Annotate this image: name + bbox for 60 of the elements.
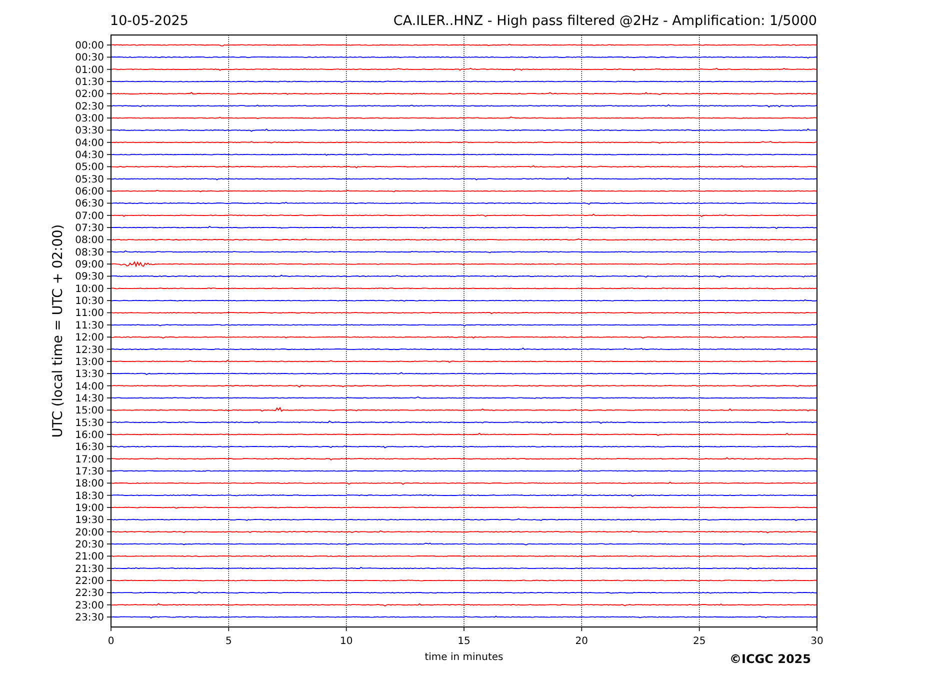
tick-label: 5 <box>225 636 232 647</box>
time-label: 23:00 <box>75 600 104 612</box>
time-label: 08:30 <box>75 247 104 258</box>
time-label: 20:00 <box>75 527 104 538</box>
time-label: 12:30 <box>75 344 104 356</box>
time-label: 22:30 <box>75 588 104 600</box>
time-label: 03:30 <box>75 126 104 137</box>
time-label: 02:00 <box>75 89 104 100</box>
time-label: 18:30 <box>75 490 104 502</box>
time-label: 08:00 <box>75 235 104 246</box>
tick-label: 30 <box>810 636 824 647</box>
time-label: 15:00 <box>75 406 104 417</box>
time-label: 02:30 <box>75 101 104 112</box>
time-label: 11:30 <box>75 320 104 332</box>
tick-label: 15 <box>458 636 470 647</box>
copyright-label: ©ICGC 2025 <box>729 652 811 666</box>
time-label: 05:00 <box>75 162 104 174</box>
time-label: 13:00 <box>75 356 104 368</box>
time-label: 19:00 <box>75 502 104 514</box>
time-label: 17:00 <box>75 454 104 466</box>
time-label: 00:30 <box>75 52 104 64</box>
x-axis-label: time in minutes <box>424 652 504 663</box>
time-label: 23:30 <box>75 612 104 624</box>
time-label: 11:00 <box>75 308 104 320</box>
tick-label: 10 <box>340 636 353 647</box>
time-label: 05:30 <box>75 174 104 186</box>
tick-label: 0 <box>108 636 114 647</box>
time-label: 20:30 <box>75 539 104 550</box>
date-label: 10-05-2025 <box>110 13 188 29</box>
time-label: 07:00 <box>75 210 104 222</box>
plot-title: CA.ILER..HNZ - High pass filtered @2Hz - Amplification: 1/5000 <box>393 13 817 29</box>
time-label: 10:30 <box>75 296 104 308</box>
time-label: 10:00 <box>75 284 104 295</box>
time-label: 13:30 <box>75 369 104 380</box>
time-label: 19:30 <box>75 515 104 526</box>
time-label: 06:30 <box>75 198 104 210</box>
time-label: 00:00 <box>75 40 104 52</box>
time-label: 07:30 <box>75 223 104 234</box>
time-label: 17:30 <box>75 466 104 478</box>
tick-label: 20 <box>575 636 588 647</box>
time-label: 12:00 <box>75 332 104 344</box>
time-label: 03:00 <box>75 114 104 125</box>
time-label: 21:30 <box>75 564 104 575</box>
time-label: 14:30 <box>75 393 104 404</box>
time-label: 15:30 <box>75 418 104 429</box>
time-label: 09:30 <box>75 272 104 283</box>
time-label: 21:00 <box>75 552 104 563</box>
time-label: 04:30 <box>75 150 104 162</box>
tick-label: 25 <box>692 636 706 647</box>
time-label: 01:00 <box>75 64 104 76</box>
time-label: 18:00 <box>75 478 104 490</box>
time-label: 16:30 <box>75 442 104 454</box>
y-axis-label: UTC (local time = UTC + 02:00) <box>50 224 66 438</box>
time-label: 09:00 <box>75 260 104 271</box>
time-label: 06:00 <box>75 186 104 198</box>
time-label: 22:00 <box>75 576 104 587</box>
time-label: 01:30 <box>75 77 104 88</box>
time-label: 14:00 <box>75 381 104 392</box>
time-label: 04:00 <box>75 138 104 149</box>
time-label: 16:00 <box>75 430 104 441</box>
